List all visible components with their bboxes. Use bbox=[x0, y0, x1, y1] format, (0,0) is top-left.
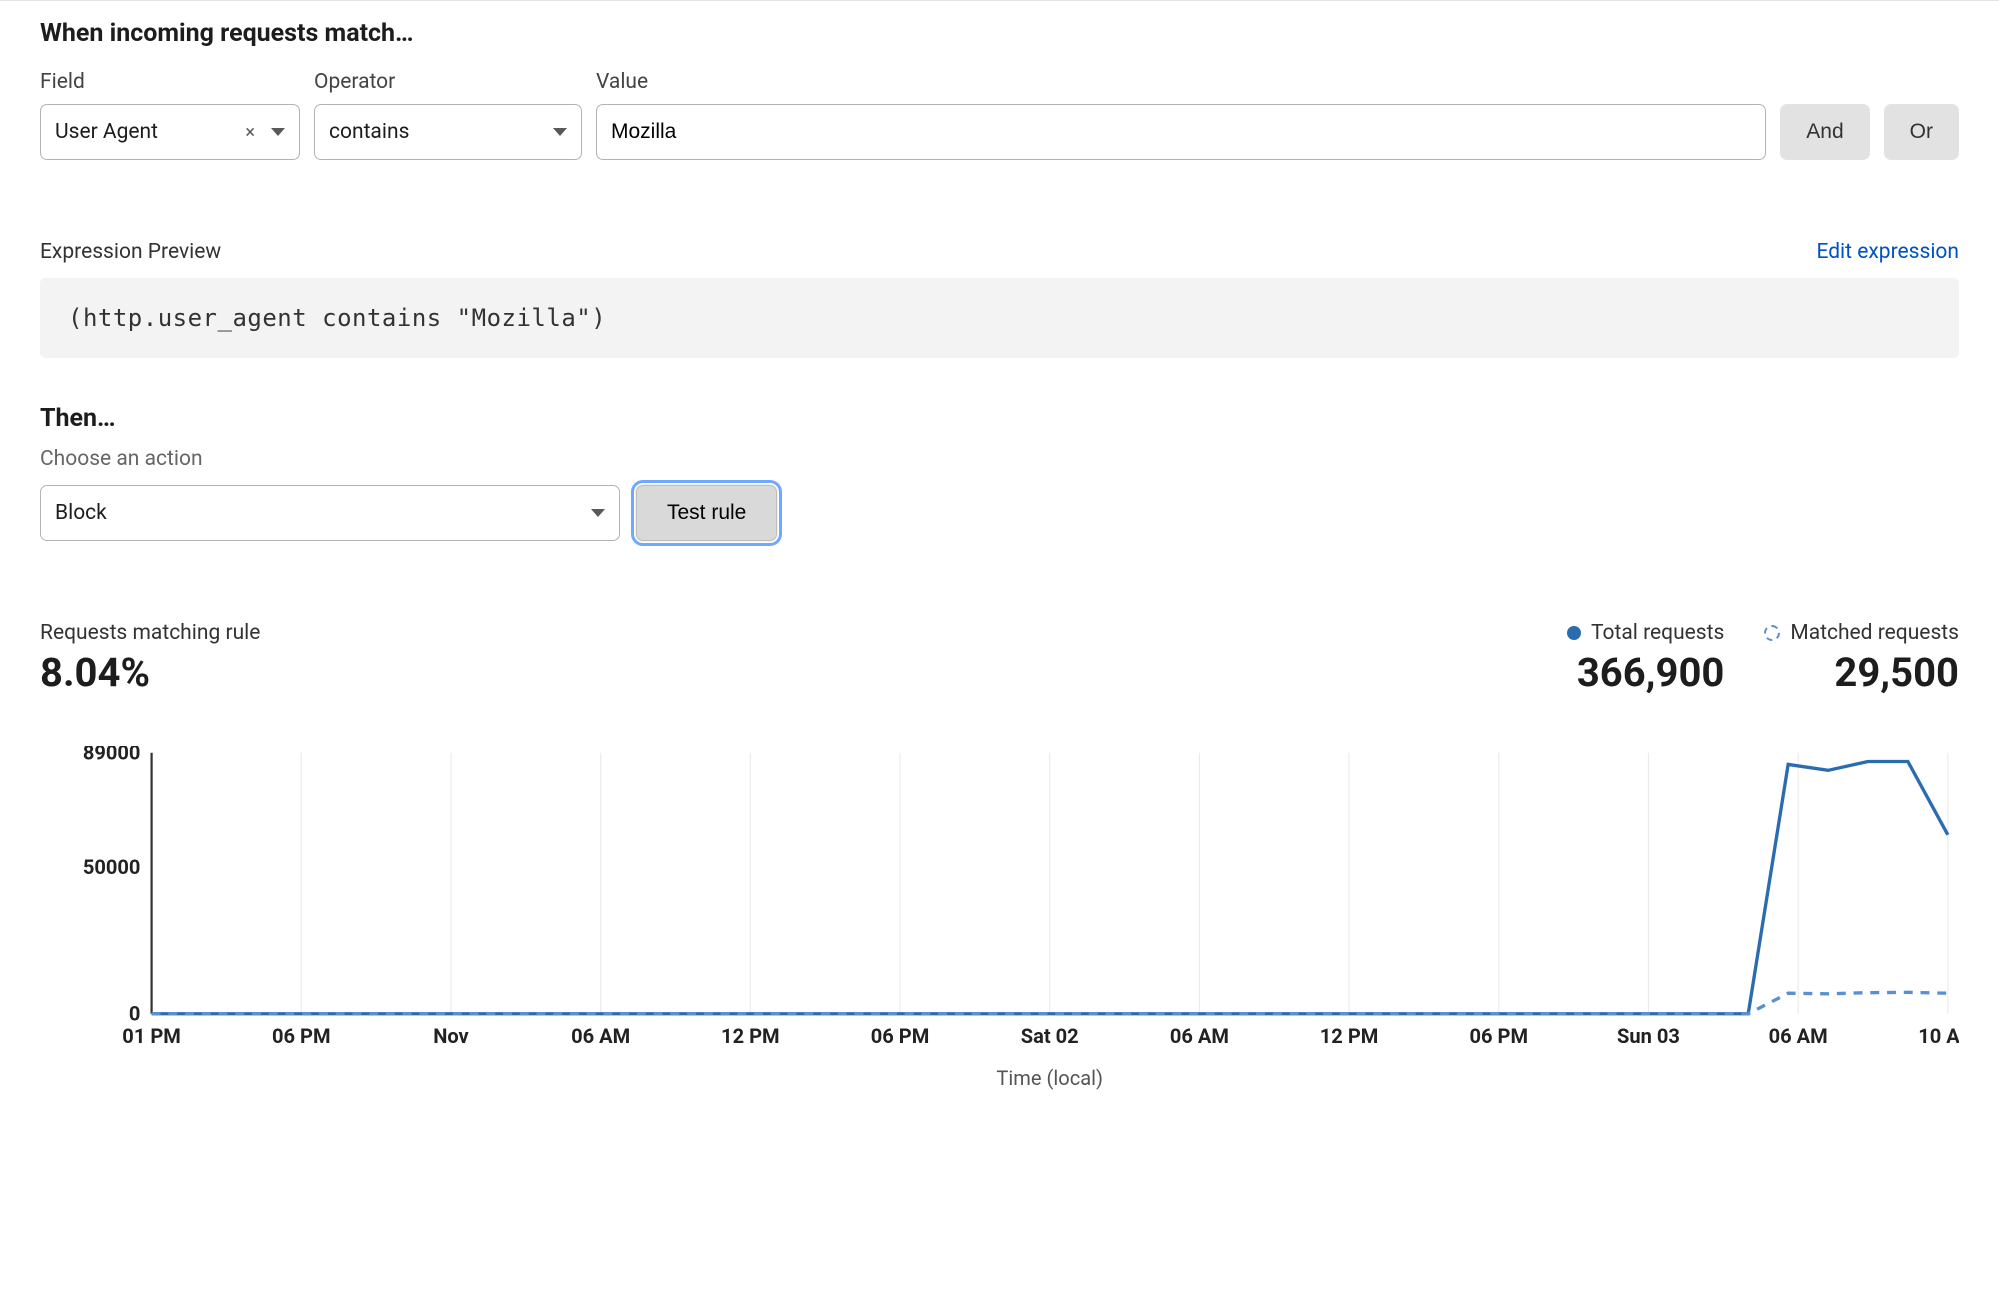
stat-matching-rule: Requests matching rule 8.04% bbox=[40, 621, 260, 696]
chevron-down-icon bbox=[591, 509, 605, 517]
edit-expression-link[interactable]: Edit expression bbox=[1816, 240, 1959, 264]
svg-text:06 PM: 06 PM bbox=[871, 1024, 930, 1048]
svg-text:Sun 03: Sun 03 bbox=[1617, 1024, 1680, 1048]
svg-text:06 AM: 06 AM bbox=[1769, 1024, 1828, 1048]
legend-dot-solid-icon bbox=[1567, 626, 1581, 640]
action-select[interactable]: Block bbox=[40, 485, 620, 541]
field-group-field: Field User Agent × bbox=[40, 70, 300, 160]
chevron-down-icon bbox=[553, 128, 567, 136]
svg-text:10 AM: 10 AM bbox=[1918, 1024, 1959, 1048]
stat-matched-requests: Matched requests 29,500 bbox=[1764, 621, 1959, 696]
matched-requests-value: 29,500 bbox=[1834, 649, 1959, 696]
then-section-title: Then… bbox=[40, 404, 1959, 433]
expression-preview-code: (http.user_agent contains "Mozilla") bbox=[40, 278, 1959, 358]
field-label: Field bbox=[40, 70, 300, 94]
svg-text:Sat 02: Sat 02 bbox=[1021, 1024, 1079, 1048]
choose-action-label: Choose an action bbox=[40, 447, 1959, 471]
value-input[interactable] bbox=[596, 104, 1766, 160]
and-button[interactable]: And bbox=[1780, 104, 1869, 160]
svg-text:01 PM: 01 PM bbox=[122, 1024, 181, 1048]
match-condition-row: Field User Agent × Operator contains Val… bbox=[40, 70, 1959, 160]
field-select-value: User Agent bbox=[55, 120, 158, 144]
svg-text:Time (local): Time (local) bbox=[996, 1066, 1103, 1090]
svg-text:Nov: Nov bbox=[433, 1024, 469, 1048]
svg-text:50000: 50000 bbox=[83, 855, 141, 879]
svg-text:06 PM: 06 PM bbox=[1469, 1024, 1528, 1048]
expression-header: Expression Preview Edit expression bbox=[40, 240, 1959, 264]
match-section-title: When incoming requests match… bbox=[40, 19, 1959, 48]
field-group-value: Value bbox=[596, 70, 1766, 160]
svg-text:06 PM: 06 PM bbox=[272, 1024, 331, 1048]
clear-field-icon[interactable]: × bbox=[239, 122, 261, 143]
chart-container: 0 50000 89000 01 PM 06 PM Nov 06 AM 12 PM 06 PM S… bbox=[40, 746, 1959, 1092]
field-group-operator: Operator contains bbox=[314, 70, 582, 160]
stats-row: Requests matching rule 8.04% Total reque… bbox=[40, 621, 1959, 696]
field-select[interactable]: User Agent × bbox=[40, 104, 300, 160]
svg-text:06 AM: 06 AM bbox=[571, 1024, 630, 1048]
test-rule-button[interactable]: Test rule bbox=[636, 485, 777, 541]
operator-select-value: contains bbox=[329, 120, 409, 144]
svg-text:12 PM: 12 PM bbox=[721, 1024, 780, 1048]
requests-chart: 0 50000 89000 01 PM 06 PM Nov 06 AM 12 PM 06 PM S… bbox=[40, 746, 1959, 1092]
matched-requests-label: Matched requests bbox=[1790, 621, 1959, 645]
legend-dot-dashed-icon bbox=[1764, 625, 1780, 641]
svg-text:89000: 89000 bbox=[83, 746, 141, 764]
stat-total-requests: Total requests 366,900 bbox=[1567, 621, 1724, 696]
value-label: Value bbox=[596, 70, 1766, 94]
svg-text:0: 0 bbox=[129, 1001, 141, 1025]
total-requests-label: Total requests bbox=[1591, 621, 1724, 645]
operator-label: Operator bbox=[314, 70, 582, 94]
total-requests-value: 366,900 bbox=[1577, 649, 1725, 696]
operator-select[interactable]: contains bbox=[314, 104, 582, 160]
chevron-down-icon bbox=[271, 128, 285, 136]
action-select-value: Block bbox=[55, 501, 107, 525]
matching-rule-value: 8.04% bbox=[40, 649, 150, 696]
or-button[interactable]: Or bbox=[1884, 104, 1959, 160]
expression-preview-label: Expression Preview bbox=[40, 240, 221, 264]
svg-text:12 PM: 12 PM bbox=[1320, 1024, 1379, 1048]
svg-text:06 AM: 06 AM bbox=[1170, 1024, 1229, 1048]
action-row: Block Test rule bbox=[40, 485, 1959, 541]
matching-rule-label: Requests matching rule bbox=[40, 621, 260, 645]
